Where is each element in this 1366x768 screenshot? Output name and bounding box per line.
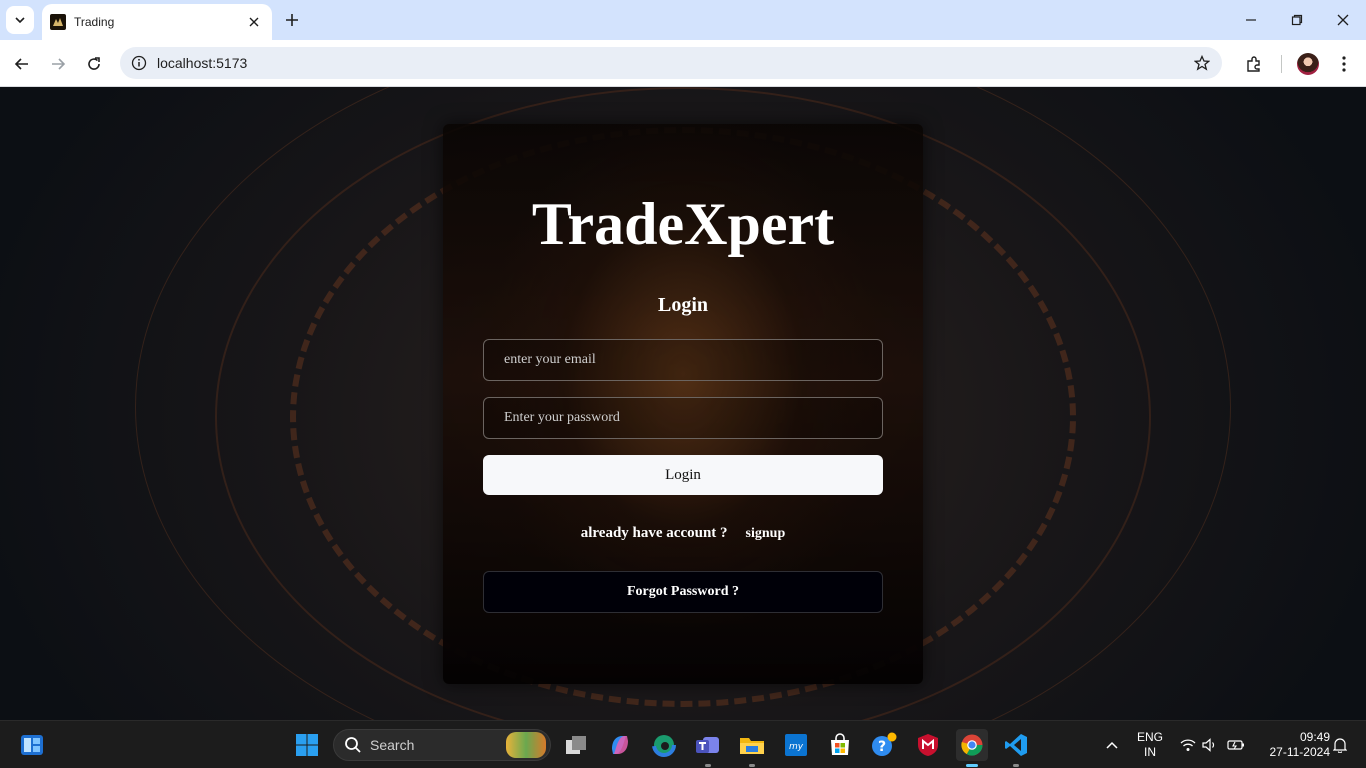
password-field[interactable] — [483, 397, 883, 439]
vscode-button[interactable] — [1000, 729, 1032, 767]
mcafee-button[interactable] — [912, 729, 944, 761]
svg-text:?: ? — [878, 739, 886, 755]
chrome-icon — [961, 734, 983, 756]
chevron-down-icon — [15, 17, 25, 24]
page-viewport: TradeXpert Login Login already have acco… — [0, 87, 1366, 720]
active-indicator — [966, 764, 978, 767]
mcafee-icon — [918, 734, 938, 756]
login-button[interactable]: Login — [483, 455, 883, 495]
chrome-button[interactable] — [956, 729, 988, 767]
browser-tabstrip: Trading — [0, 0, 1366, 40]
close-window-button[interactable] — [1320, 0, 1366, 40]
browser-toolbar: localhost:5173 — [0, 40, 1366, 87]
minimize-button[interactable] — [1228, 0, 1274, 40]
language-indicator[interactable]: ENG IN — [1134, 730, 1166, 760]
edge-icon — [652, 733, 676, 757]
arrow-right-icon — [52, 58, 66, 70]
login-card: TradeXpert Login Login already have acco… — [443, 124, 923, 684]
minimize-icon — [1246, 19, 1256, 21]
get-help-button[interactable]: ? — [868, 729, 900, 761]
volume-icon[interactable] — [1200, 735, 1220, 755]
widgets-icon — [21, 735, 43, 755]
clock[interactable]: 09:49 27-11-2024 — [1254, 730, 1331, 760]
signup-row: already have account ? signup — [443, 524, 923, 542]
wifi-icon[interactable] — [1178, 735, 1198, 755]
teams-button[interactable] — [692, 729, 724, 767]
svg-text:my: my — [789, 742, 804, 752]
restore-button[interactable] — [1274, 0, 1320, 40]
site-info-icon[interactable] — [128, 52, 150, 74]
copilot-button[interactable] — [604, 729, 636, 761]
restore-icon — [1291, 14, 1303, 26]
address-bar[interactable]: localhost:5173 — [120, 47, 1222, 79]
search-label: Search — [370, 737, 415, 753]
show-hidden-icons-chevron-up-icon[interactable] — [1102, 735, 1122, 755]
myhp-icon: my — [785, 734, 807, 756]
task-view-button[interactable] — [560, 729, 592, 761]
login-heading: Login — [657, 294, 709, 316]
copilot-icon — [612, 736, 628, 754]
signup-link[interactable]: signup — [746, 526, 786, 541]
email-field[interactable] — [483, 339, 883, 381]
reload-icon — [88, 57, 100, 70]
toolbar-divider — [1281, 55, 1282, 73]
forward-button[interactable] — [44, 50, 72, 78]
task-view-icon — [566, 736, 586, 754]
reload-button[interactable] — [80, 50, 108, 78]
plus-icon — [286, 14, 298, 26]
teams-icon — [696, 737, 719, 753]
tab-search-button[interactable] — [6, 6, 34, 34]
windows-taskbar: Search my ? ENG IN 09:49 27-11-2024 — [0, 720, 1366, 768]
extensions-icon[interactable] — [1240, 50, 1268, 78]
close-tab-icon[interactable] — [246, 14, 262, 30]
battery-icon[interactable] — [1226, 735, 1246, 755]
file-explorer-icon — [740, 738, 764, 754]
help-icon: ? — [872, 732, 897, 756]
microsoft-store-icon — [831, 733, 849, 755]
brand-title: TradeXpert — [531, 191, 835, 257]
menu-kebab-icon[interactable] — [1330, 50, 1358, 78]
back-button[interactable] — [8, 50, 36, 78]
new-tab-button[interactable] — [280, 8, 304, 32]
region-code: IN — [1144, 745, 1156, 759]
running-indicator — [705, 764, 711, 767]
vscode-icon — [1005, 734, 1027, 756]
search-icon — [345, 737, 361, 753]
widgets-button[interactable] — [16, 729, 48, 761]
taskbar-search[interactable]: Search — [333, 729, 551, 761]
running-indicator — [749, 764, 755, 767]
forgot-password-button[interactable]: Forgot Password ? — [483, 571, 883, 613]
search-highlight-image — [506, 732, 546, 758]
file-explorer-button[interactable] — [736, 729, 768, 767]
microsoft-store-button[interactable] — [824, 729, 856, 761]
language-code: ENG — [1136, 730, 1163, 744]
browser-tab[interactable]: Trading — [42, 4, 272, 40]
url-text[interactable]: localhost:5173 — [157, 55, 1190, 71]
clock-date: 27-11-2024 — [1269, 745, 1331, 759]
profile-avatar[interactable] — [1294, 50, 1322, 78]
clock-time: 09:49 — [1299, 730, 1330, 744]
notifications-bell-icon[interactable] — [1330, 735, 1350, 755]
running-indicator — [1013, 764, 1019, 767]
arrow-left-icon — [14, 58, 28, 70]
edge-button[interactable] — [648, 729, 680, 761]
site-favicon-icon — [50, 14, 66, 30]
close-icon — [1337, 14, 1349, 26]
myhp-button[interactable]: my — [780, 729, 812, 761]
start-icon — [296, 734, 318, 756]
tab-title: Trading — [74, 15, 115, 29]
already-have-account-text: already have account ? — [580, 525, 728, 541]
start-button[interactable] — [291, 729, 323, 761]
bookmark-star-icon[interactable] — [1190, 51, 1214, 75]
avatar — [1297, 53, 1319, 75]
